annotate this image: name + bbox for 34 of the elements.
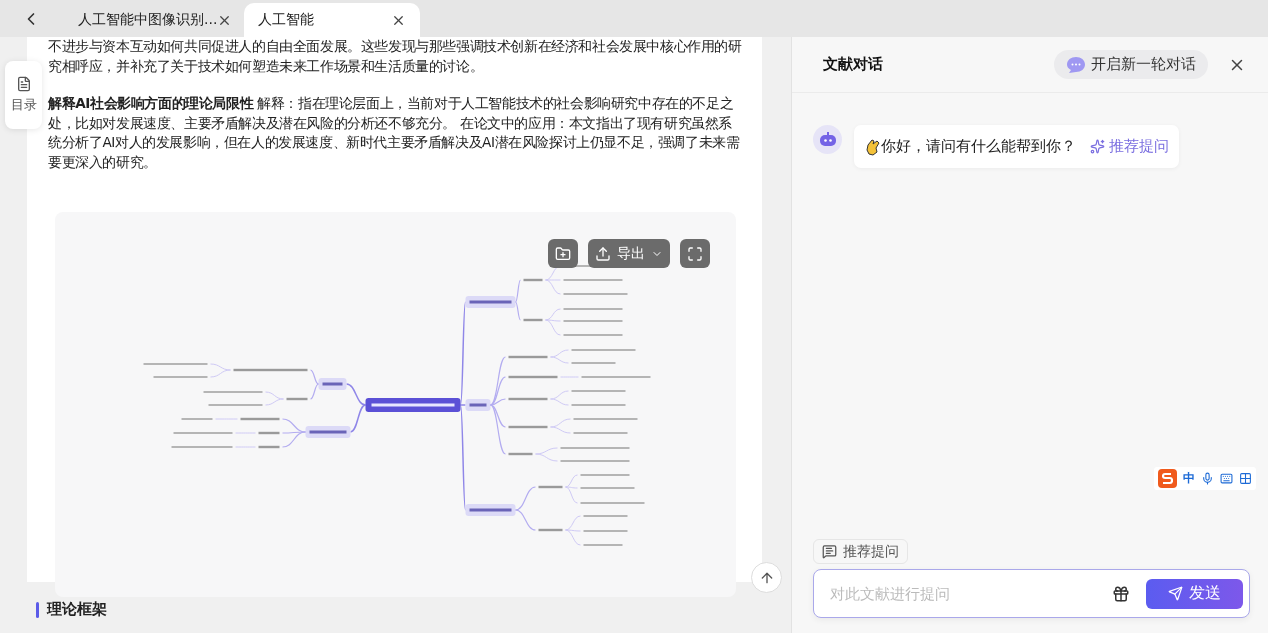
suggest-chip[interactable]: 推荐提问	[813, 539, 908, 564]
grid-icon[interactable]	[1239, 472, 1252, 485]
section-heading: 理论框架	[47, 600, 107, 619]
microphone-icon[interactable]	[1201, 472, 1214, 485]
question-field[interactable]: 对此文献进行提问 发送	[813, 569, 1250, 618]
export-button[interactable]: 导出	[588, 239, 670, 268]
sparkle-icon	[1090, 139, 1105, 154]
message-text: 你好，请问有什么能帮到你？	[881, 137, 1076, 156]
ime-toolbar[interactable]: 中	[1154, 467, 1256, 490]
paragraph: 不进步与资本互动如何共同促进人的自由全面发展。这些发现与那些强调技术创新在经济和社会发展中核心作用的研究相呼应，并补充了关于技术如何塑造未来工作场景和生活质量的讨论。	[48, 37, 742, 76]
tab[interactable]: 人工智能中图像识别...	[64, 3, 234, 37]
suggest-link[interactable]: 推荐提问	[1090, 137, 1169, 156]
add-folder-button[interactable]	[548, 239, 578, 268]
expand-icon	[687, 245, 703, 262]
keyboard-icon[interactable]	[1220, 472, 1233, 485]
ime-mode-label[interactable]: 中	[1183, 470, 1195, 487]
scroll-top-button[interactable]	[751, 562, 782, 593]
clapping-hands-icon	[865, 137, 881, 156]
panel-title: 文献对话	[823, 55, 884, 74]
folder-plus-icon	[555, 245, 571, 262]
gift-icon[interactable]	[1112, 584, 1130, 603]
new-chat-button[interactable]: 开启新一轮对话	[1054, 50, 1208, 79]
ime-logo-icon	[1158, 469, 1177, 488]
upload-icon	[595, 245, 611, 262]
toc-button[interactable]: 目录	[5, 61, 42, 129]
chat-bubble-icon	[1066, 55, 1086, 74]
paragraph: 解释AI社会影响方面的理论局限性 解释：指在理论层面上，当前对于人工智能技术的社会影响研究中存在的不足之处，比如对发展速度、主要矛盾解决及潜在风险的分析还不够充分。 在论文中的应用：本文指出了现有研究虽然系统分析了AI对人的发展影响，但在人的发展速度、新时代主要矛盾解决及AI潜在风险探讨上仍显不足，强调了未来需要更深入的研究。	[48, 94, 741, 172]
fullscreen-button[interactable]	[680, 239, 710, 268]
chat-icon	[822, 544, 837, 559]
send-button[interactable]: 发送	[1146, 578, 1243, 609]
send-icon	[1168, 586, 1183, 601]
tab[interactable]: 人工智能	[244, 3, 420, 37]
document-icon	[15, 76, 32, 92]
bot-avatar	[813, 125, 842, 154]
